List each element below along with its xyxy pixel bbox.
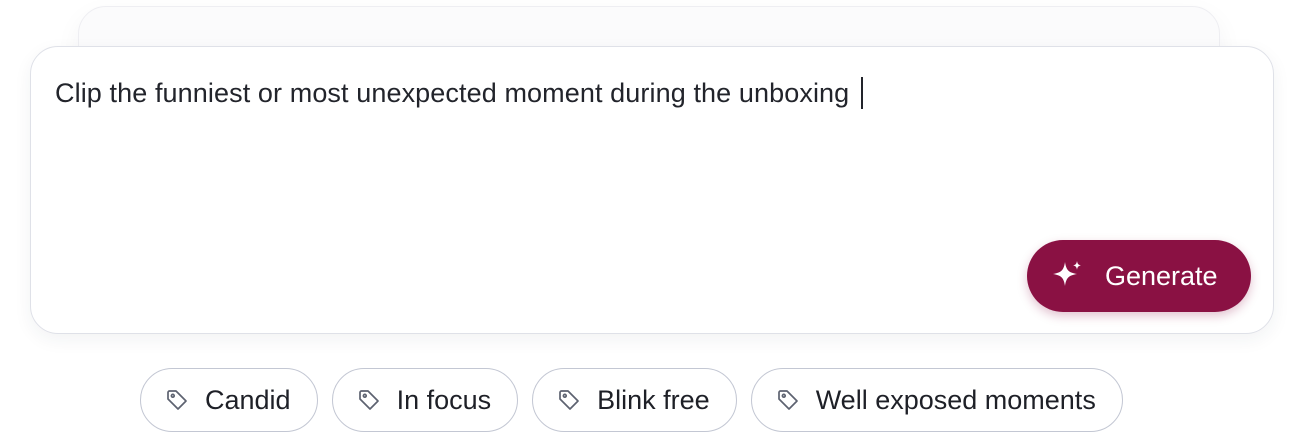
tag-icon xyxy=(357,388,381,412)
tag-icon xyxy=(165,388,189,412)
generate-button-label: Generate xyxy=(1105,260,1218,291)
prompt-input[interactable]: Clip the funniest or most unexpected mom… xyxy=(55,77,864,109)
chip-label: Candid xyxy=(205,384,291,415)
generate-button[interactable]: Generate xyxy=(1027,240,1251,312)
chip-blink-free[interactable]: Blink free xyxy=(532,368,737,432)
suggestion-chips: Candid In focus Blink free Well exposed … xyxy=(140,368,1123,432)
prompt-composer: Clip the funniest or most unexpected mom… xyxy=(0,0,1306,432)
tag-icon xyxy=(557,388,581,412)
prompt-text: Clip the funniest or most unexpected mom… xyxy=(55,77,850,108)
prompt-input-card[interactable]: Clip the funniest or most unexpected mom… xyxy=(30,46,1274,334)
chip-candid[interactable]: Candid xyxy=(140,368,318,432)
tag-icon xyxy=(776,388,800,412)
chip-label: In focus xyxy=(396,384,492,415)
sparkle-icon xyxy=(1049,258,1085,294)
text-caret xyxy=(861,77,864,109)
chip-well-exposed-moments[interactable]: Well exposed moments xyxy=(750,368,1123,432)
chip-label: Well exposed moments xyxy=(815,384,1096,415)
chip-in-focus[interactable]: In focus xyxy=(331,368,519,432)
chip-label: Blink free xyxy=(597,384,710,415)
